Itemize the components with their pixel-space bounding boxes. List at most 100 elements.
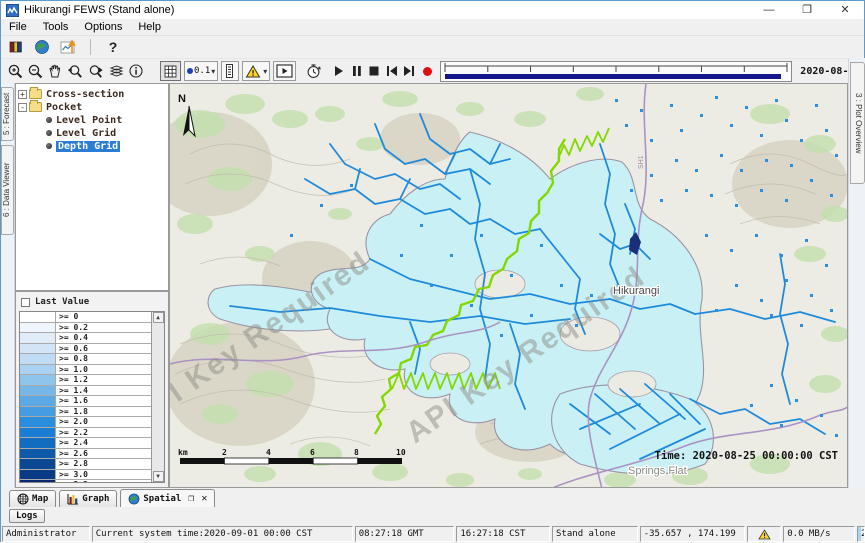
legend-label: >= 1.4 — [56, 386, 88, 396]
step-back-button[interactable] — [386, 62, 398, 80]
panel-maximize-icon[interactable]: ❐ — [188, 493, 194, 504]
status-user: Administrator — [2, 526, 90, 542]
tab-data-viewer[interactable]: 6 : Data Viewer — [1, 145, 14, 235]
expand-icon[interactable]: + — [18, 90, 27, 99]
time-slider[interactable] — [440, 61, 792, 82]
svg-text:N: N — [178, 93, 186, 105]
menu-help[interactable]: Help — [130, 21, 169, 33]
tree-label: Level Grid — [56, 128, 116, 139]
status-system-time: Current system time:2020-09-01 00:00 CST — [92, 526, 353, 542]
tree-node-pocket[interactable]: - Pocket — [18, 101, 166, 113]
svg-text:8: 8 — [354, 448, 359, 457]
stop-button[interactable] — [369, 62, 379, 80]
scroll-down-icon[interactable]: ▼ — [153, 471, 164, 482]
legend-panel: Last Value >= 0 >= 0.2 >= 0.4 >= 0.6 >= … — [15, 291, 169, 488]
folder-icon — [29, 102, 42, 112]
legend-scrollbar[interactable]: ▲ ▼ — [151, 312, 164, 482]
tree-node-level-point[interactable]: Level Point — [44, 114, 166, 126]
tab-plot-overview[interactable]: 3 : Plot Overview — [850, 62, 865, 184]
legend-row: >= 2.6 — [20, 449, 151, 460]
pan-hand-icon[interactable] — [47, 62, 63, 80]
legend-table: >= 0 >= 0.2 >= 0.4 >= 0.6 >= 0.8 >= 1.0 … — [19, 311, 165, 483]
maximize-button[interactable]: ❐ — [788, 1, 826, 19]
tab-forecast[interactable]: 5 : Forecast — [1, 87, 14, 141]
legend-row: >= 2.0 — [20, 417, 151, 428]
legend-swatch — [20, 312, 56, 322]
svg-text:4: 4 — [266, 448, 271, 457]
status-coordinates: -35.657 , 174.199 — [640, 526, 746, 542]
legend-row: >= 0.4 — [20, 333, 151, 344]
panel-close-icon[interactable]: ✕ — [201, 493, 207, 504]
step-forward-button[interactable] — [403, 62, 415, 80]
warning-threshold-dropdown[interactable]: ▾ — [242, 61, 270, 81]
legend-label: >= 2.8 — [56, 459, 88, 469]
tree-node-cross-section[interactable]: + Cross-section — [18, 88, 166, 100]
legend-label: >= 3.2 — [56, 480, 88, 483]
dropdown-arrow-icon: ▾ — [263, 67, 267, 76]
database-icon[interactable] — [7, 38, 25, 56]
minimize-button[interactable]: — — [750, 1, 788, 19]
left-tab-strip: 5 : Forecast 6 : Data Viewer — [1, 83, 15, 488]
warning-icon — [758, 529, 771, 540]
legend-button[interactable] — [221, 61, 239, 81]
menu-tools[interactable]: Tools — [35, 21, 77, 33]
zoom-previous-icon[interactable] — [66, 62, 84, 80]
movie-player-button[interactable] — [273, 61, 296, 81]
legend-label: >= 3.0 — [56, 470, 88, 480]
tab-map[interactable]: Map — [9, 490, 56, 507]
legend-label: >= 2.4 — [56, 438, 88, 448]
status-download-speed: 0.0 MB/s — [783, 526, 855, 542]
legend-swatch — [20, 438, 56, 448]
main-area: 5 : Forecast 6 : Data Viewer + Cross-sec… — [1, 83, 865, 488]
legend-swatch — [20, 449, 56, 459]
record-button[interactable] — [422, 62, 433, 80]
grid-value-dropdown[interactable]: 0.1 ▾ — [184, 61, 218, 81]
svg-text:10: 10 — [396, 448, 406, 457]
legend-row: >= 1.2 — [20, 375, 151, 386]
zoom-next-icon[interactable] — [87, 62, 105, 80]
legend-row: >= 2.4 — [20, 438, 151, 449]
zoom-out-icon[interactable] — [27, 62, 44, 80]
help-button[interactable]: ? — [104, 38, 122, 56]
legend-label: >= 2.0 — [56, 417, 88, 427]
collapse-icon[interactable]: - — [18, 103, 27, 112]
map-time-label: Time: 2020-08-25 00:00:00 CST — [655, 450, 838, 462]
tab-spatial[interactable]: Spatial ❐ ✕ — [120, 489, 215, 507]
globe-map-icon[interactable] — [33, 38, 51, 56]
title-bar: Hikurangi FEWS (Stand alone) — ❐ ✕ — [1, 1, 864, 19]
status-local-time: 16:27:18 CST — [456, 526, 550, 542]
zoom-in-icon[interactable] — [7, 62, 24, 80]
legend-row: >= 0 — [20, 312, 151, 323]
tab-logs[interactable]: Logs — [9, 509, 45, 523]
timeseries-chart-icon[interactable] — [59, 38, 77, 56]
info-icon[interactable] — [128, 62, 144, 80]
legend-row: >= 1.8 — [20, 407, 151, 418]
map-canvas: API Key Required API Key Required Hikura… — [170, 84, 848, 488]
tab-graph[interactable]: Graph — [59, 490, 117, 507]
play-button[interactable] — [333, 62, 345, 80]
tree-node-level-grid[interactable]: Level Grid — [44, 127, 166, 139]
legend-swatch — [20, 386, 56, 396]
tab-map-label: Map — [32, 494, 48, 504]
menu-file[interactable]: File — [1, 21, 35, 33]
pause-button[interactable] — [352, 62, 362, 80]
close-button[interactable]: ✕ — [826, 1, 864, 19]
tree-label: Cross-section — [46, 89, 124, 100]
status-warning[interactable] — [747, 526, 781, 542]
menu-options[interactable]: Options — [76, 21, 130, 33]
scroll-up-icon[interactable]: ▲ — [153, 312, 164, 323]
last-value-label: Last Value — [35, 297, 89, 307]
tab-graph-label: Graph — [82, 494, 109, 504]
last-value-checkbox[interactable] — [21, 298, 30, 307]
map-view[interactable]: API Key Required API Key Required Hikura… — [169, 83, 848, 488]
bullet-icon — [46, 143, 52, 149]
tree-node-depth-grid[interactable]: Depth Grid — [44, 140, 166, 152]
spatial-globe-icon — [128, 493, 140, 505]
folder-icon — [29, 89, 42, 99]
animation-clock-icon[interactable] — [305, 62, 322, 80]
legend-swatch — [20, 480, 56, 483]
layers-icon[interactable] — [108, 62, 125, 80]
app-logo-icon — [6, 4, 19, 17]
legend-row: >= 3.2 — [20, 480, 151, 483]
grid-toggle-button[interactable] — [160, 61, 181, 81]
